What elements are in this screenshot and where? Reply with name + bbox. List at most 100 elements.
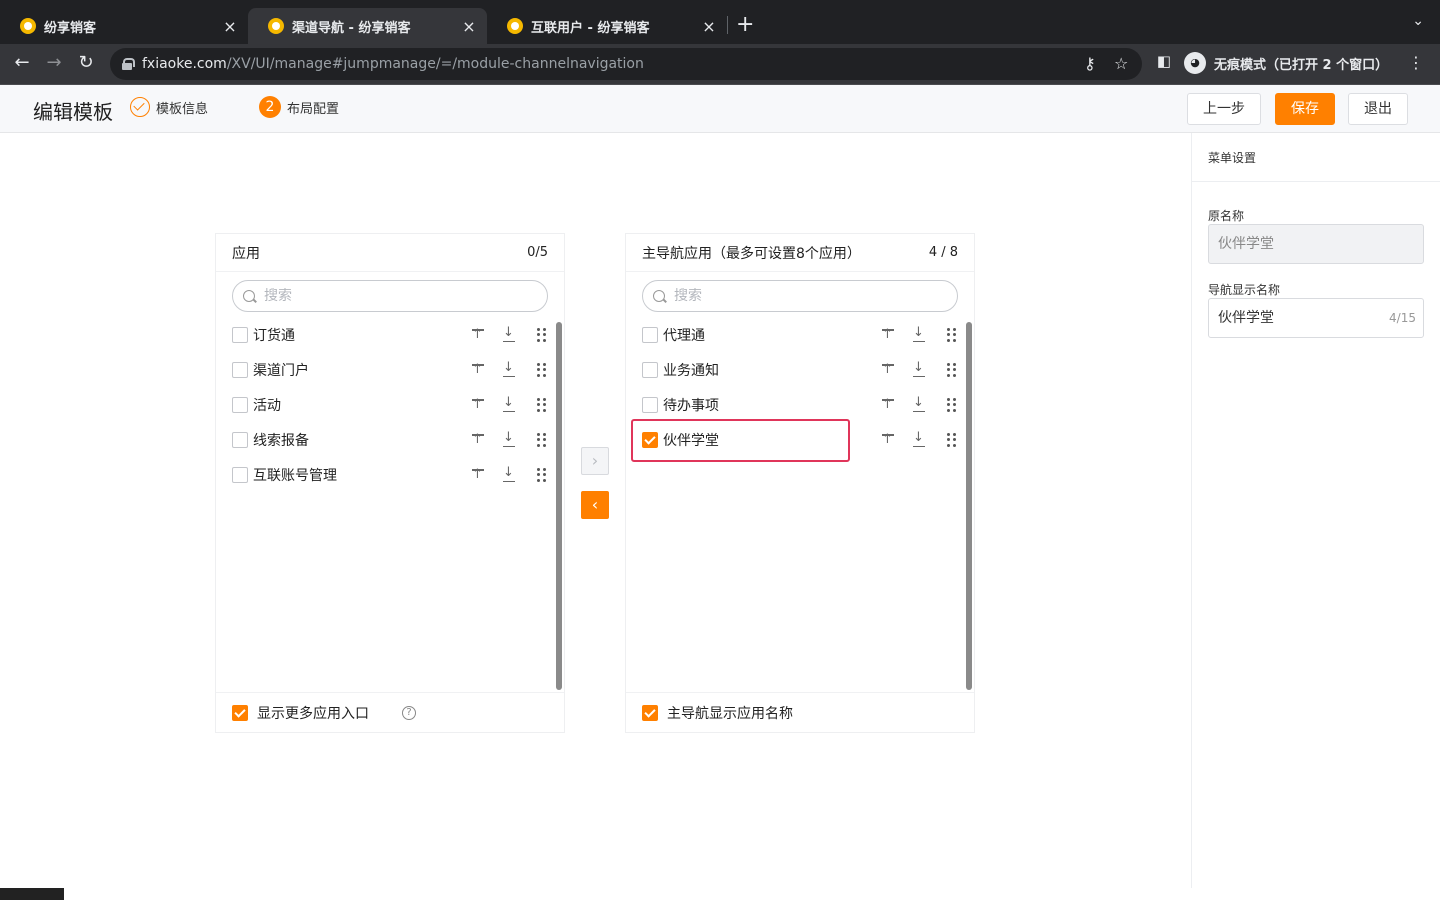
tab-close-icon[interactable]: × — [222, 17, 238, 36]
list-item[interactable]: 互联账号管理 — [232, 460, 548, 490]
move-to-bottom-icon[interactable] — [911, 395, 927, 413]
move-to-top-icon[interactable] — [470, 467, 486, 483]
address-bar[interactable]: fxiaoke.com/XV/UI/manage#jumpmanage/=/mo… — [110, 48, 1142, 80]
move-to-top-icon[interactable] — [880, 397, 896, 413]
search-box — [642, 280, 958, 312]
show-app-name-checkbox[interactable] — [642, 704, 658, 721]
item-label: 活动 — [253, 398, 281, 414]
forward-arrow-icon[interactable]: → — [42, 52, 66, 73]
item-checkbox[interactable] — [232, 397, 248, 413]
browser-tab-active[interactable]: 渠道导航 - 纷享销客 × — [248, 8, 487, 44]
display-name-field[interactable]: 伙伴学堂 4/15 — [1208, 298, 1424, 338]
move-to-top-icon[interactable] — [880, 327, 896, 343]
search-box — [232, 280, 548, 312]
item-checkbox[interactable] — [232, 467, 248, 483]
list-item[interactable]: 线索报备 — [232, 425, 548, 455]
list-item[interactable]: 业务通知 — [642, 355, 958, 385]
main-nav-apps-panel: 主导航应用（最多可设置8个应用） 4 / 8 代理通业务通知待办事项伙伴学堂 主… — [625, 233, 975, 733]
move-to-bottom-icon[interactable] — [911, 360, 927, 378]
tab-title: 纷享销客 — [44, 20, 97, 36]
drag-handle-icon[interactable] — [532, 432, 548, 448]
move-to-left-button[interactable]: ‹ — [581, 491, 609, 519]
panel-header: 应用 0/5 — [216, 234, 564, 272]
reload-icon[interactable]: ↻ — [74, 52, 98, 73]
item-label: 伙伴学堂 — [663, 433, 719, 449]
drag-handle-icon[interactable] — [532, 327, 548, 343]
show-more-checkbox[interactable] — [232, 704, 248, 721]
drag-handle-icon[interactable] — [532, 362, 548, 378]
key-icon[interactable]: ⚷ — [1084, 54, 1096, 73]
browser-tab[interactable]: 互联用户 - 纷享销客 × — [487, 8, 727, 44]
browser-tab[interactable]: 纷享销客 × — [0, 8, 248, 44]
tab-close-icon[interactable]: × — [701, 17, 717, 36]
list-item[interactable]: 活动 — [232, 390, 548, 420]
more-menu-icon[interactable]: ⋮ — [1408, 53, 1424, 72]
fxiaoke-favicon-icon — [507, 18, 523, 34]
browser-tab-bar: 纷享销客 × 渠道导航 - 纷享销客 × 互联用户 - 纷享销客 × + ⌄ — [0, 0, 1440, 44]
item-label: 待办事项 — [663, 398, 719, 414]
move-to-bottom-icon[interactable] — [501, 465, 517, 483]
back-arrow-icon[interactable]: ← — [10, 52, 34, 73]
item-checkbox[interactable] — [642, 432, 658, 448]
help-icon[interactable]: ? — [402, 705, 416, 720]
item-label: 互联账号管理 — [253, 468, 337, 484]
move-to-top-icon[interactable] — [470, 362, 486, 378]
show-more-label: 显示更多应用入口 — [257, 705, 369, 722]
item-checkbox[interactable] — [642, 397, 658, 413]
move-to-bottom-icon[interactable] — [501, 395, 517, 413]
prev-step-button[interactable]: 上一步 — [1187, 93, 1261, 125]
save-button[interactable]: 保存 — [1275, 93, 1335, 125]
move-to-top-icon[interactable] — [880, 432, 896, 448]
step-layout-config[interactable]: 2 布局配置 — [259, 96, 339, 118]
move-to-bottom-icon[interactable] — [501, 360, 517, 378]
url-host: fxiaoke.com — [142, 56, 227, 72]
check-circle-icon — [130, 97, 150, 117]
scrollbar[interactable] — [556, 322, 562, 690]
drag-handle-icon[interactable] — [942, 397, 958, 413]
item-checkbox[interactable] — [232, 362, 248, 378]
search-input[interactable] — [264, 288, 524, 304]
chevron-down-icon[interactable]: ⌄ — [1412, 13, 1424, 29]
incognito-label: 无痕模式（已打开 2 个窗口） — [1214, 57, 1389, 73]
drag-handle-icon[interactable] — [532, 397, 548, 413]
move-to-top-icon[interactable] — [880, 362, 896, 378]
tab-close-icon[interactable]: × — [461, 17, 477, 36]
move-to-bottom-icon[interactable] — [911, 430, 927, 448]
drag-handle-icon[interactable] — [942, 362, 958, 378]
move-to-top-icon[interactable] — [470, 432, 486, 448]
incognito-indicator[interactable]: ◕ 无痕模式（已打开 2 个窗口） — [1184, 52, 1388, 74]
item-checkbox[interactable] — [232, 432, 248, 448]
move-to-bottom-icon[interactable] — [501, 325, 517, 343]
item-label: 订货通 — [253, 328, 295, 344]
move-to-top-icon[interactable] — [470, 327, 486, 343]
list-item[interactable]: 待办事项 — [642, 390, 958, 420]
move-to-top-icon[interactable] — [470, 397, 486, 413]
show-app-name-label: 主导航显示应用名称 — [667, 705, 793, 722]
move-to-bottom-icon[interactable] — [501, 430, 517, 448]
panel-footer: 显示更多应用入口 ? — [216, 692, 564, 732]
lock-icon[interactable] — [122, 58, 135, 70]
drag-handle-icon[interactable] — [942, 432, 958, 448]
move-to-bottom-icon[interactable] — [911, 325, 927, 343]
search-input[interactable] — [674, 288, 934, 304]
move-to-right-button[interactable]: › — [581, 447, 609, 475]
star-icon[interactable]: ☆ — [1114, 54, 1128, 73]
drag-handle-icon[interactable] — [942, 327, 958, 343]
scrollbar[interactable] — [966, 322, 972, 690]
panel-title: 应用 — [232, 245, 260, 262]
list-item[interactable]: 订货通 — [232, 320, 548, 350]
exit-button[interactable]: 退出 — [1348, 93, 1408, 125]
list-item[interactable]: 渠道门户 — [232, 355, 548, 385]
item-checkbox[interactable] — [642, 327, 658, 343]
step-template-info[interactable]: 模板信息 — [130, 97, 208, 117]
list-item[interactable]: 代理通 — [642, 320, 958, 350]
item-checkbox[interactable] — [642, 362, 658, 378]
side-panel-icon[interactable]: ◧ — [1152, 52, 1176, 70]
item-label: 业务通知 — [663, 363, 719, 379]
item-checkbox[interactable] — [232, 327, 248, 343]
plus-icon[interactable]: + — [736, 12, 754, 37]
display-name-value: 伙伴学堂 — [1218, 310, 1274, 326]
settings-title: 菜单设置 — [1192, 133, 1440, 182]
drag-handle-icon[interactable] — [532, 467, 548, 483]
list-item[interactable]: 伙伴学堂 — [642, 425, 958, 455]
